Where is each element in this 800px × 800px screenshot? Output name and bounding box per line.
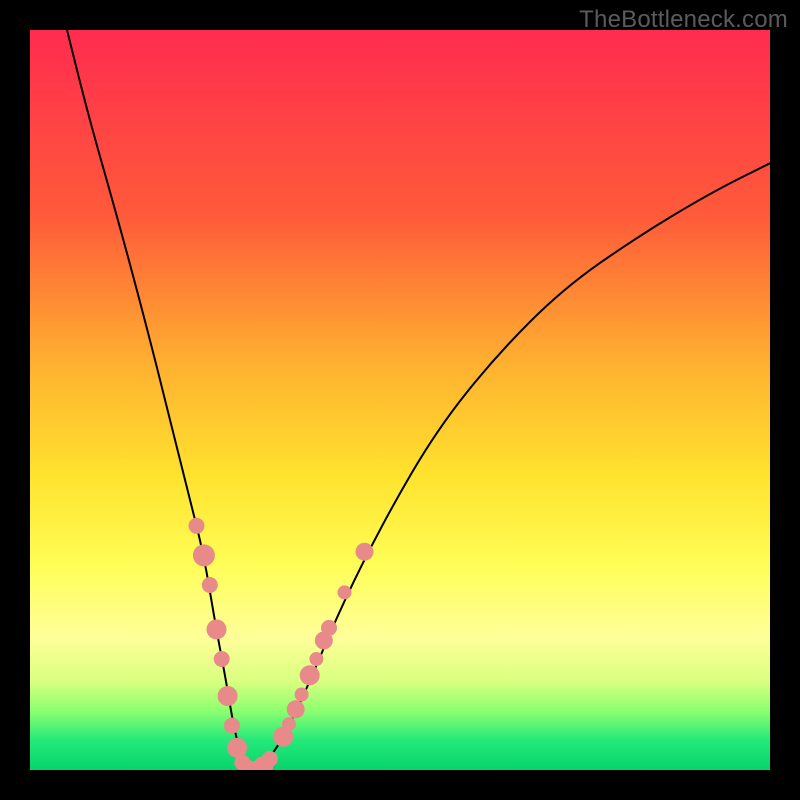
marker-dot — [300, 665, 320, 685]
marker-dot — [193, 544, 215, 566]
marker-dot — [227, 738, 247, 758]
marker-dot — [207, 619, 227, 639]
marker-dot — [224, 718, 240, 734]
chart-plot-area — [30, 30, 770, 770]
bottleneck-curve — [67, 30, 770, 766]
marker-group — [189, 518, 374, 770]
marker-dot — [218, 686, 238, 706]
marker-dot — [202, 577, 218, 593]
marker-dot — [287, 700, 305, 718]
marker-dot — [262, 751, 278, 767]
chart-svg — [30, 30, 770, 770]
marker-dot — [214, 651, 230, 667]
marker-dot — [189, 518, 205, 534]
marker-dot — [338, 585, 352, 599]
marker-dot — [309, 652, 323, 666]
chart-frame: TheBottleneck.com — [0, 0, 800, 800]
marker-dot — [321, 620, 337, 636]
marker-dot — [282, 717, 296, 731]
marker-dot — [295, 688, 309, 702]
marker-dot — [356, 543, 374, 561]
